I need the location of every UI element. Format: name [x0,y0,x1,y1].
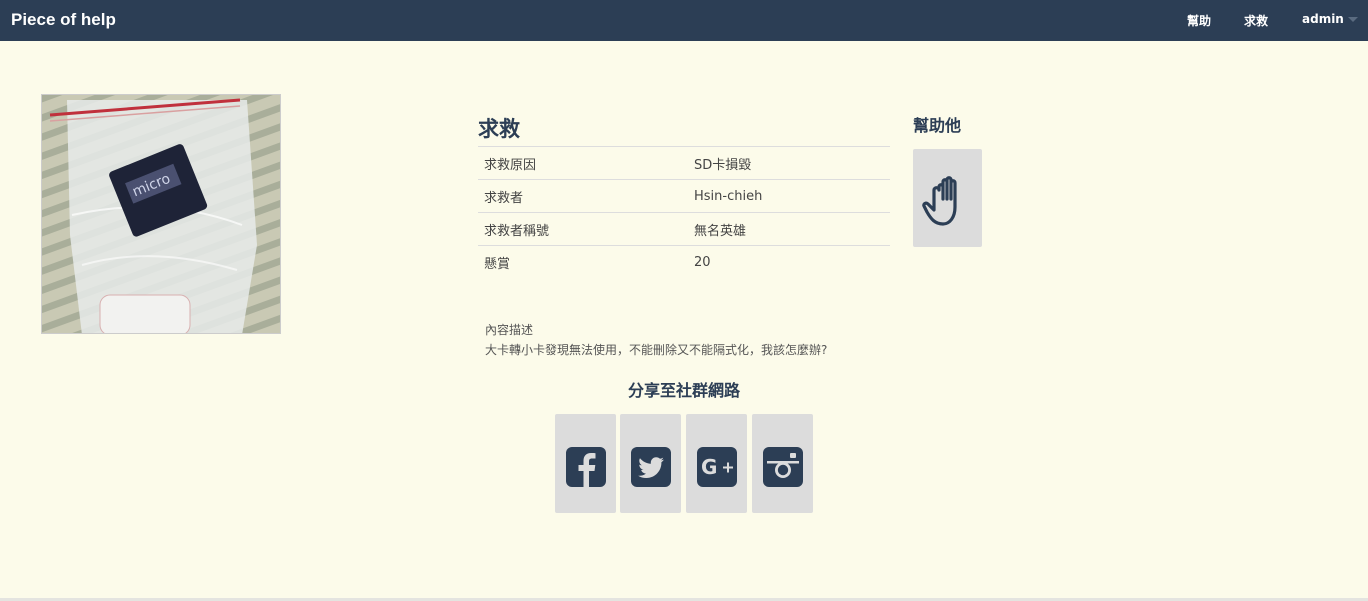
description-label: 內容描述 [485,323,534,337]
nav-link-help[interactable]: 幫助 [1187,12,1211,29]
hand-icon [922,176,957,226]
nav-link-rescue[interactable]: 求救 [1244,12,1268,29]
share-title: 分享至社群網路 [627,381,740,400]
share-twitter-button[interactable] [620,414,681,513]
chevron-down-icon[interactable] [1348,17,1358,22]
post-heading: 求救 [478,117,520,141]
row-label: 求救者 [478,179,688,213]
post-photo: micro [41,94,281,334]
help-him-button[interactable] [913,149,982,247]
brand-logo[interactable]: Piece of help [11,10,116,30]
row-label: 求救原因 [478,146,688,180]
row-label: 求救者稱號 [478,212,688,246]
row-value: 無名英雄 [688,212,890,246]
table-row: 求救者 Hsin-chieh [478,179,890,213]
row-value: 20 [688,245,890,279]
google-plus-icon: G [697,447,737,487]
description-text: 大卡轉小卡發現無法使用，不能刪除又不能隔式化，我該怎麼辦? [485,343,828,357]
row-value: SD卡損毀 [688,146,890,180]
instagram-icon [763,447,803,487]
table-row: 懸賞 20 [478,245,890,279]
table-row: 求救者稱號 無名英雄 [478,212,890,246]
twitter-icon [631,447,671,487]
row-value: Hsin-chieh [688,179,890,213]
facebook-icon [566,447,606,487]
share-google-plus-button[interactable]: G [686,414,747,513]
share-instagram-button[interactable] [752,414,813,513]
row-label: 懸賞 [478,245,688,279]
user-menu[interactable]: admin [1302,12,1344,26]
svg-text:G: G [701,455,717,479]
table-row: 求救原因 SD卡損毀 [478,146,890,180]
help-title: 幫助他 [913,116,962,135]
post-info-table: 求救原因 SD卡損毀 求救者 Hsin-chieh 求救者稱號 無名英雄 懸賞 … [478,146,890,279]
top-navbar: Piece of help 幫助 求救 admin [0,0,1368,41]
share-facebook-button[interactable] [555,414,616,513]
